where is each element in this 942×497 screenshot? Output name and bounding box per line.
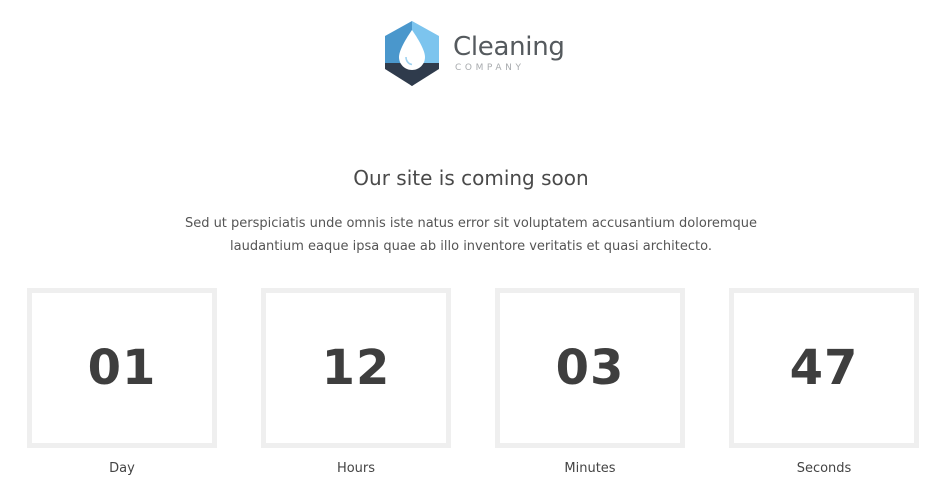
countdown-box: 12 [261, 288, 451, 448]
countdown-value: 12 [321, 340, 391, 396]
water-drop-hexagon-icon [385, 21, 439, 86]
countdown-hours: 12 Hours [261, 288, 451, 477]
brand-logo[interactable]: Cleaning COMPANY [383, 21, 565, 87]
countdown-box: 47 [729, 288, 919, 448]
brand-name: Cleaning [453, 32, 565, 62]
countdown-timer: 01 Day 12 Hours 03 Minutes 47 Seconds [27, 288, 919, 488]
coming-soon-page: Cleaning COMPANY Our site is coming soon… [0, 0, 942, 497]
page-title: Our site is coming soon [353, 166, 589, 190]
countdown-label: Hours [336, 461, 376, 476]
countdown-label: Minutes [564, 461, 616, 476]
intro-text: Sed ut perspiciatis unde omnis iste natu… [184, 216, 758, 254]
countdown-seconds: 47 Seconds [729, 288, 919, 477]
countdown-value: 47 [789, 340, 859, 396]
countdown-value: 03 [555, 340, 625, 396]
brand-text: Cleaning COMPANY [453, 21, 565, 73]
countdown-label: Day [109, 461, 135, 476]
countdown-label: Seconds [796, 461, 852, 476]
countdown-box: 03 [495, 288, 685, 448]
brand-tagline: COMPANY [455, 63, 525, 73]
countdown-days: 01 Day [27, 288, 217, 477]
countdown-minutes: 03 Minutes [495, 288, 685, 477]
countdown-box: 01 [27, 288, 217, 448]
countdown-value: 01 [87, 340, 157, 396]
